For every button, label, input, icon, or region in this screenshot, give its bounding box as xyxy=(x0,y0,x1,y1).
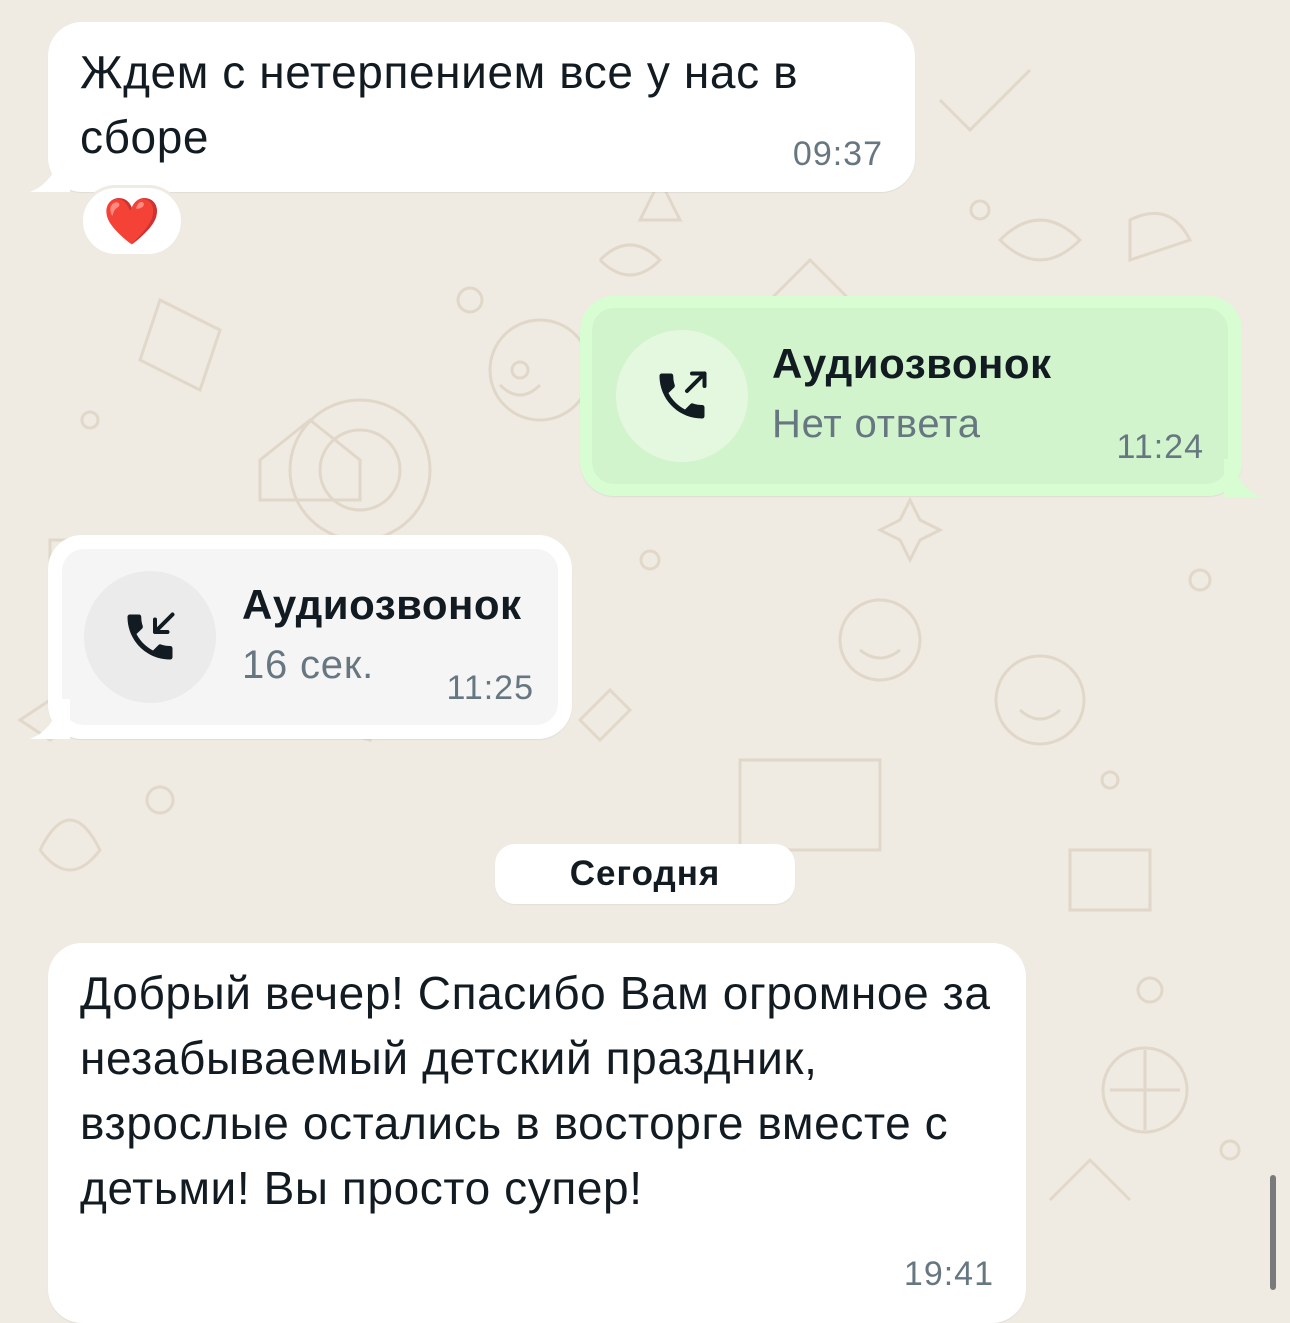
message-text: Добрый вечер! Спасибо Вам огромное за не… xyxy=(80,967,991,1214)
call-status: Нет ответа xyxy=(772,402,981,446)
incoming-message-bubble[interactable]: Добрый вечер! Спасибо Вам огромное за не… xyxy=(48,943,1026,1323)
bubble-tail xyxy=(30,152,70,192)
call-duration: 16 сек. xyxy=(242,643,375,687)
message-time: 11:25 xyxy=(446,669,534,707)
message-time: 11:24 xyxy=(1116,428,1204,466)
message-text: Ждем с нетерпением все у нас в сборе xyxy=(80,46,799,163)
incoming-message-bubble[interactable]: Ждем с нетерпением все у нас в сборе 09:… xyxy=(48,22,915,192)
bubble-tail xyxy=(30,699,70,739)
call-icon-circle xyxy=(616,330,748,462)
scrollbar[interactable] xyxy=(1270,1175,1276,1290)
bubble-tail xyxy=(1224,459,1262,497)
outgoing-call-bubble[interactable]: Аудиозвонок Нет ответа 11:24 xyxy=(580,296,1242,496)
call-icon-circle xyxy=(84,571,216,703)
date-divider: Сегодня xyxy=(495,844,795,904)
call-title: Аудиозвонок xyxy=(242,581,522,628)
call-title: Аудиозвонок xyxy=(772,340,1052,387)
call-card[interactable]: Аудиозвонок 16 сек. 11:25 xyxy=(62,549,558,725)
heart-reaction-icon[interactable]: ❤️ xyxy=(80,185,184,257)
message-time: 19:41 xyxy=(903,1255,994,1293)
incoming-call-icon xyxy=(127,612,175,660)
incoming-call-bubble[interactable]: Аудиозвонок 16 сек. 11:25 xyxy=(48,535,572,739)
outgoing-call-icon xyxy=(659,371,707,419)
message-time: 09:37 xyxy=(792,135,883,173)
call-card[interactable]: Аудиозвонок Нет ответа 11:24 xyxy=(592,308,1228,484)
